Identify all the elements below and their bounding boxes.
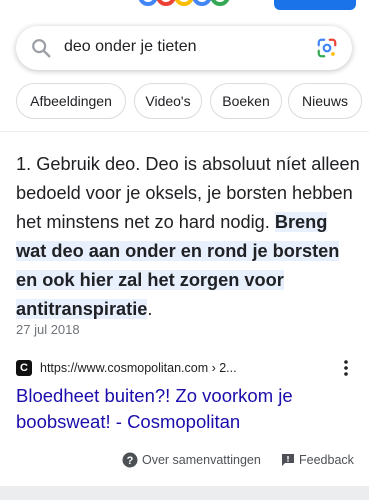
about-snippets-link[interactable]: Over samenvattingen [142, 453, 261, 467]
search-icon[interactable] [30, 37, 52, 59]
sign-in-button[interactable] [274, 0, 356, 10]
feedback-icon[interactable] [281, 453, 295, 467]
snippet-tail: . [147, 299, 153, 319]
featured-snippet-text: 1. Gebruik deo. Deo is absoluut níet all… [16, 150, 361, 324]
filter-chips: Afbeeldingen Video's Boeken Nieuws [16, 83, 369, 121]
result-separator [0, 486, 369, 500]
feedback-link[interactable]: Feedback [299, 453, 354, 467]
search-input[interactable]: deo onder je tieten [64, 38, 197, 56]
help-icon[interactable]: ? [122, 452, 138, 468]
google-logo[interactable] [138, 0, 230, 8]
google-lens-icon[interactable] [316, 37, 338, 59]
result-title-link[interactable]: Bloedheet buiten?! Zo voorkom je boobswe… [16, 383, 356, 435]
snippet-date: 27 jul 2018 [16, 322, 80, 337]
chip-videos[interactable]: Video's [134, 83, 202, 119]
svg-text:?: ? [127, 455, 134, 467]
result-source[interactable]: C https://www.cosmopolitan.com › 2... [16, 360, 361, 378]
top-bar [0, 0, 369, 14]
search-box[interactable]: deo onder je tieten [16, 26, 352, 70]
divider [0, 131, 369, 132]
snippet-footer: ? Over samenvattingen Feedback [0, 450, 369, 472]
cosmopolitan-favicon-icon: C [16, 360, 32, 376]
chip-nieuws[interactable]: Nieuws [288, 83, 362, 119]
more-options-icon[interactable] [337, 358, 355, 378]
chip-boeken[interactable]: Boeken [210, 83, 282, 119]
result-url[interactable]: https://www.cosmopolitan.com › 2... [40, 361, 237, 375]
chip-afbeeldingen[interactable]: Afbeeldingen [16, 83, 126, 119]
